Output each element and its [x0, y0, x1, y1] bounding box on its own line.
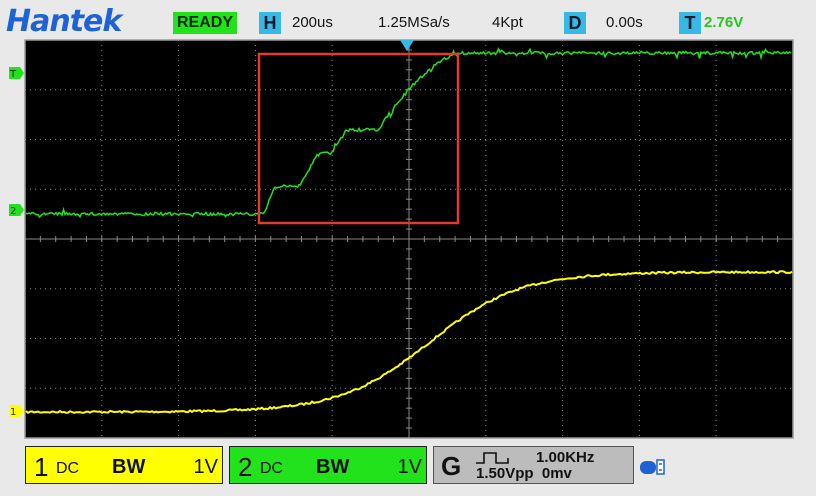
delay-value: 0.00s [606, 14, 643, 31]
ch2-scale: 1V [397, 456, 422, 478]
ch1-coupling: DC [56, 460, 80, 477]
trigger-level-value: 2.76V [704, 14, 744, 31]
generator-amplitude: 1.50Vpp 0mv [476, 465, 572, 482]
trigger-marker-label: T [9, 69, 17, 80]
ch2-settings-box[interactable]: 2 DC BW 1V [229, 446, 427, 484]
trigger-icon[interactable]: T [679, 12, 701, 34]
generator-label: G [441, 451, 462, 481]
generator-offset-value: 0mv [541, 465, 572, 482]
ch1-scale: 1V [193, 456, 218, 478]
usb-icon [640, 459, 665, 475]
ch2-marker-label: 2 [10, 206, 16, 217]
ch2-ground-marker[interactable]: 2 [9, 204, 24, 217]
generator-frequency: 1.00KHz [536, 449, 595, 466]
sample-rate-value: 1.25MSa/s [378, 14, 450, 31]
ch2-number: 2 [238, 452, 253, 482]
signal-generator-box[interactable]: G 1.00KHz 1.50Vpp 0mv [433, 446, 634, 484]
ch2-bandwidth-limit: BW [316, 456, 350, 478]
ch2-coupling: DC [260, 460, 284, 477]
acquisition-status-badge[interactable]: READY [173, 12, 238, 34]
ch1-ground-marker[interactable]: 1 [9, 405, 24, 418]
trigger-level-marker[interactable]: T [9, 67, 24, 80]
ch1-marker-label: 1 [10, 407, 16, 418]
brand-logo: Hantek [6, 4, 122, 39]
ch1-number: 1 [34, 452, 49, 482]
timebase-value: 200us [292, 14, 333, 31]
generator-amplitude-value: 1.50Vpp [476, 465, 534, 482]
oscilloscope-screen: T 2 1 [9, 39, 794, 439]
memory-depth-value: 4Kpt [492, 14, 523, 31]
horizontal-icon[interactable]: H [259, 12, 281, 34]
delay-icon[interactable]: D [564, 12, 586, 34]
ch1-settings-box[interactable]: 1 DC BW 1V [25, 446, 223, 484]
ch1-bandwidth-limit: BW [112, 456, 146, 478]
square-wave-icon [476, 452, 509, 464]
